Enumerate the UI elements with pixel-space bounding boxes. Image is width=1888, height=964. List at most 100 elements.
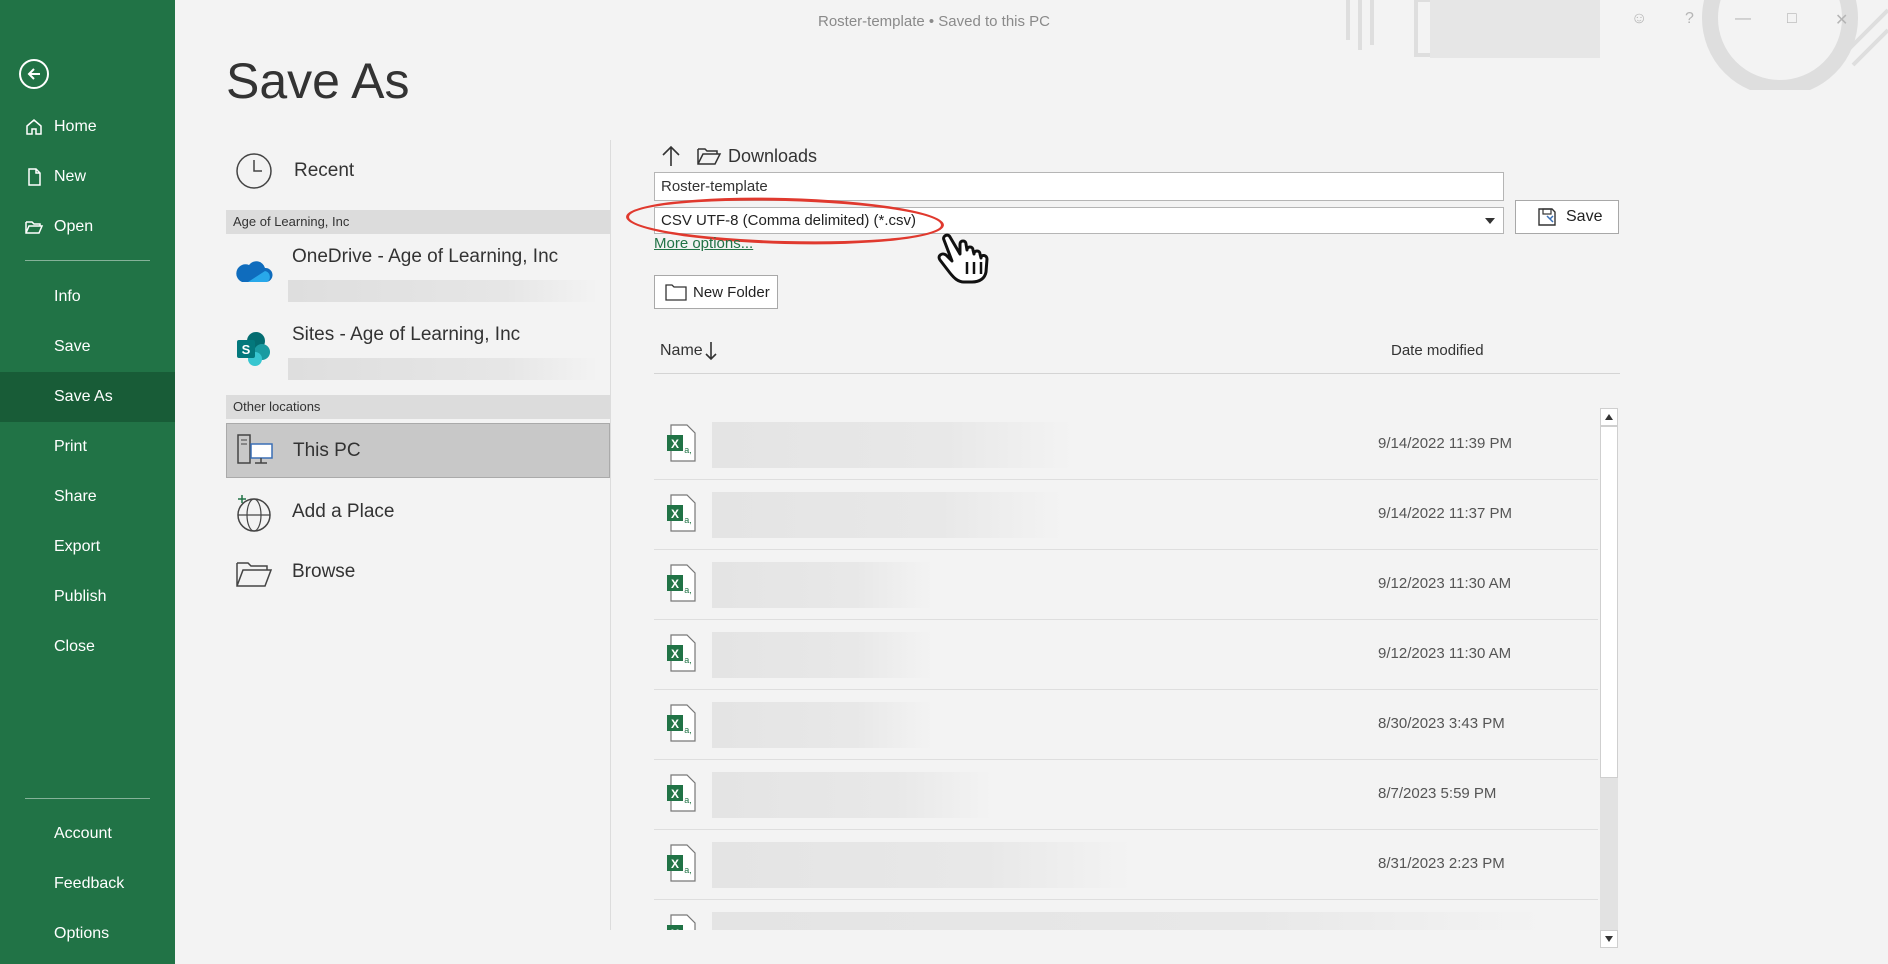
file-row[interactable]: X xyxy=(654,900,1598,930)
file-list-header: Name Date modified xyxy=(654,330,1620,374)
minimize-icon[interactable]: — xyxy=(1735,10,1751,28)
sidebar-item-save[interactable]: Save xyxy=(0,322,175,372)
svg-text:a,: a, xyxy=(684,585,692,595)
file-row[interactable]: Xa, 8/7/2023 5:59 PM xyxy=(654,760,1598,830)
save-button[interactable]: Save xyxy=(1515,200,1619,234)
sidebar-item-export[interactable]: Export xyxy=(0,522,175,572)
sidebar-item-label: Export xyxy=(54,538,101,555)
sidebar-item-label: Account xyxy=(54,825,112,842)
column-header-name[interactable]: Name xyxy=(660,342,703,360)
file-date-modified: 9/12/2023 11:30 AM xyxy=(1378,575,1512,592)
svg-text:X: X xyxy=(671,437,679,451)
file-row[interactable]: Xa, 8/30/2023 3:43 PM xyxy=(654,690,1598,760)
file-list: Xa, 9/14/2022 11:39 PM Xa, 9/14/2022 11:… xyxy=(654,410,1598,930)
column-header-date-modified[interactable]: Date modified xyxy=(1391,342,1484,359)
sidebar-item-feedback[interactable]: Feedback xyxy=(0,859,175,909)
svg-text:X: X xyxy=(671,857,679,871)
location-group-header: Age of Learning, Inc xyxy=(226,210,610,234)
page-title: Save As xyxy=(226,53,410,109)
sidebar-item-save-as[interactable]: Save As xyxy=(0,372,175,422)
sidebar-item-publish[interactable]: Publish xyxy=(0,572,175,622)
sidebar-item-close[interactable]: Close xyxy=(0,622,175,672)
new-folder-icon xyxy=(665,284,687,301)
sharepoint-icon: S xyxy=(237,332,270,366)
close-window-icon[interactable]: ✕ xyxy=(1835,10,1848,30)
document-title: Roster-template • Saved to this PC xyxy=(818,13,1051,30)
home-icon xyxy=(26,119,42,135)
filename-input[interactable] xyxy=(654,172,1504,201)
svg-text:X: X xyxy=(671,787,679,801)
computer-icon xyxy=(237,434,273,464)
account-icon[interactable]: ☺ xyxy=(1631,10,1647,28)
location-browse[interactable]: Browse xyxy=(226,545,610,601)
location-label: This PC xyxy=(293,440,361,461)
svg-text:a,: a, xyxy=(684,725,692,735)
filetype-selected-value: CSV UTF-8 (Comma delimited) (*.csv) xyxy=(661,212,917,229)
excel-file-icon: Xa, xyxy=(667,844,696,882)
redacted-account xyxy=(288,358,598,380)
maximize-icon[interactable]: □ xyxy=(1787,10,1797,28)
svg-text:S: S xyxy=(242,342,251,357)
file-date-modified: 9/14/2022 11:37 PM xyxy=(1378,505,1512,522)
sidebar-item-label: Home xyxy=(54,118,97,135)
hand-cursor-icon xyxy=(937,233,989,284)
sidebar-item-label: Feedback xyxy=(54,875,125,892)
sidebar-item-new[interactable]: New xyxy=(0,152,175,202)
new-folder-label: New Folder xyxy=(693,283,770,301)
new-document-icon xyxy=(28,168,41,186)
back-arrow-icon[interactable] xyxy=(19,59,49,89)
redacted-account xyxy=(288,280,598,302)
sidebar-item-label: New xyxy=(54,168,87,185)
svg-text:X: X xyxy=(671,647,679,661)
sidebar-item-label: Save xyxy=(54,338,91,355)
redacted-file-name xyxy=(712,772,992,818)
open-folder-icon xyxy=(25,221,44,234)
sidebar-item-label: Publish xyxy=(54,588,107,605)
filetype-dropdown[interactable]: CSV UTF-8 (Comma delimited) (*.csv) xyxy=(654,207,1504,234)
up-arrow-icon[interactable] xyxy=(658,143,684,169)
new-folder-button[interactable]: New Folder xyxy=(654,275,778,309)
location-label: Sites - Age of Learning, Inc xyxy=(292,324,521,345)
sidebar-item-account[interactable]: Account xyxy=(0,809,175,859)
sidebar-item-label: Save As xyxy=(54,388,113,405)
sidebar-divider xyxy=(25,260,150,261)
onedrive-cloud-icon xyxy=(236,261,273,282)
svg-text:X: X xyxy=(671,507,679,521)
sidebar-item-options[interactable]: Options xyxy=(0,909,175,959)
more-options-link[interactable]: More options... xyxy=(654,235,753,252)
excel-file-icon: Xa, xyxy=(667,564,696,602)
location-label: OneDrive - Age of Learning, Inc xyxy=(292,246,559,267)
location-onedrive[interactable]: OneDrive - Age of Learning, Inc xyxy=(226,238,610,308)
svg-text:X: X xyxy=(671,717,679,731)
scroll-up-icon[interactable] xyxy=(1600,408,1618,426)
file-row[interactable]: Xa, 9/14/2022 11:37 PM xyxy=(654,480,1598,550)
file-row[interactable]: Xa, 8/31/2023 2:23 PM xyxy=(654,830,1598,900)
sidebar-item-print[interactable]: Print xyxy=(0,422,175,472)
sidebar-item-info[interactable]: Info xyxy=(0,272,175,322)
sidebar-item-share[interactable]: Share xyxy=(0,472,175,522)
scroll-down-icon[interactable] xyxy=(1600,930,1618,948)
sidebar-item-open[interactable]: Open xyxy=(0,202,175,252)
scrollbar-thumb[interactable] xyxy=(1600,426,1618,778)
file-list-scrollbar[interactable] xyxy=(1600,408,1618,948)
location-this-pc[interactable]: This PC xyxy=(226,423,610,478)
location-recent[interactable]: Recent xyxy=(226,140,610,202)
save-disk-icon xyxy=(1538,208,1556,226)
file-row[interactable]: Xa, 9/12/2023 11:30 AM xyxy=(654,550,1598,620)
pane-divider xyxy=(610,140,611,930)
file-row[interactable]: Xa, 9/12/2023 11:30 AM xyxy=(654,620,1598,690)
redacted-file-name xyxy=(712,632,932,678)
sidebar-item-home[interactable]: Home xyxy=(0,102,175,152)
redacted-file-name xyxy=(712,842,1132,888)
redacted-file-name xyxy=(712,492,1062,538)
file-date-modified: 9/12/2023 11:30 AM xyxy=(1378,645,1512,662)
location-label: Recent xyxy=(294,160,355,181)
location-add-place[interactable]: Add a Place xyxy=(226,485,610,541)
current-folder-label[interactable]: Downloads xyxy=(728,146,817,167)
sort-down-arrow-icon xyxy=(705,342,717,361)
excel-file-icon: Xa, xyxy=(667,424,696,462)
file-date-modified: 8/31/2023 2:23 PM xyxy=(1378,855,1505,872)
help-icon[interactable]: ? xyxy=(1685,10,1694,28)
location-sites[interactable]: S Sites - Age of Learning, Inc xyxy=(226,316,610,386)
file-row[interactable]: Xa, 9/14/2022 11:39 PM xyxy=(654,410,1598,480)
